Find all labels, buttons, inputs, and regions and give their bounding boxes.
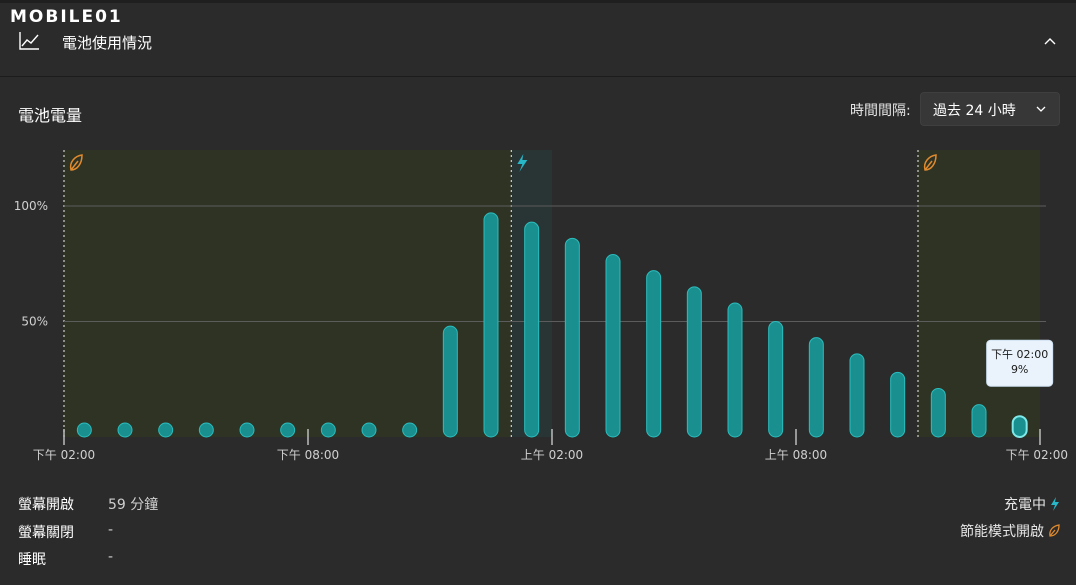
stat-value: - — [108, 549, 114, 565]
bar — [727, 302, 743, 438]
lightning-icon — [1051, 497, 1059, 511]
bar — [849, 353, 865, 438]
x-tick-label: 上午 02:00 — [521, 448, 583, 462]
bar — [1011, 415, 1028, 438]
tooltip-value: 9% — [1011, 363, 1028, 376]
bar — [971, 404, 987, 438]
bar — [198, 422, 214, 438]
line-chart-icon — [19, 32, 39, 50]
bar — [76, 422, 92, 438]
bar — [402, 422, 418, 438]
legend-charging: 充電中 — [1004, 494, 1060, 514]
interval-label: 時間間隔: — [850, 103, 911, 119]
watermark-logo: MOBILE01 — [10, 6, 123, 28]
stat-value: - — [108, 522, 114, 538]
stat-label: 螢幕開啟 — [18, 497, 74, 513]
bar — [524, 221, 540, 438]
legend-label: 節能模式開啟 — [960, 524, 1044, 540]
bar — [483, 212, 499, 438]
bar — [808, 337, 824, 438]
bar — [564, 237, 580, 438]
stat-label: 螢幕關閉 — [18, 525, 74, 541]
bar — [768, 321, 784, 438]
battery-usage-header[interactable]: 電池使用情況 — [0, 3, 1076, 77]
x-tick-label: 下午 08:00 — [277, 448, 339, 462]
legend-power-saver: 節能模式開啟 — [960, 521, 1060, 541]
bar — [646, 270, 662, 438]
bar — [239, 422, 255, 438]
chevron-up-icon[interactable] — [1038, 30, 1062, 52]
battery-level-title: 電池電量 — [18, 106, 83, 125]
y-tick-label: 100% — [14, 199, 48, 213]
stat-label: 睡眠 — [18, 552, 46, 568]
bar — [361, 422, 377, 438]
bar — [320, 422, 336, 438]
x-tick-label: 下午 02:00 — [33, 448, 95, 462]
bar — [605, 254, 621, 438]
y-tick-label: 50% — [21, 315, 48, 329]
x-tick-label: 下午 02:00 — [1006, 448, 1068, 462]
x-tick-label: 上午 08:00 — [765, 448, 827, 462]
bar — [890, 371, 906, 438]
chevron-down-icon — [1036, 106, 1046, 112]
bar — [280, 422, 296, 438]
leaf-icon — [1049, 524, 1060, 537]
bar — [930, 387, 946, 438]
bar — [158, 422, 174, 438]
bar — [686, 286, 702, 438]
header-title: 電池使用情況 — [62, 34, 153, 52]
watermark-text: MOBILE01 — [10, 7, 123, 27]
interval-value: 過去 24 小時 — [933, 103, 1016, 119]
tooltip-time: 下午 02:00 — [991, 348, 1048, 361]
battery-level-chart: 100% 50% 下午 02:00 下午 08:00 上午 02:00 上午 08:00 下… — [14, 150, 1068, 462]
bar — [117, 422, 133, 438]
bar — [442, 325, 458, 438]
stat-value: 59 分鐘 — [108, 497, 159, 513]
legend-label: 充電中 — [1004, 497, 1046, 513]
interval-dropdown[interactable]: 過去 24 小時 — [920, 92, 1060, 126]
